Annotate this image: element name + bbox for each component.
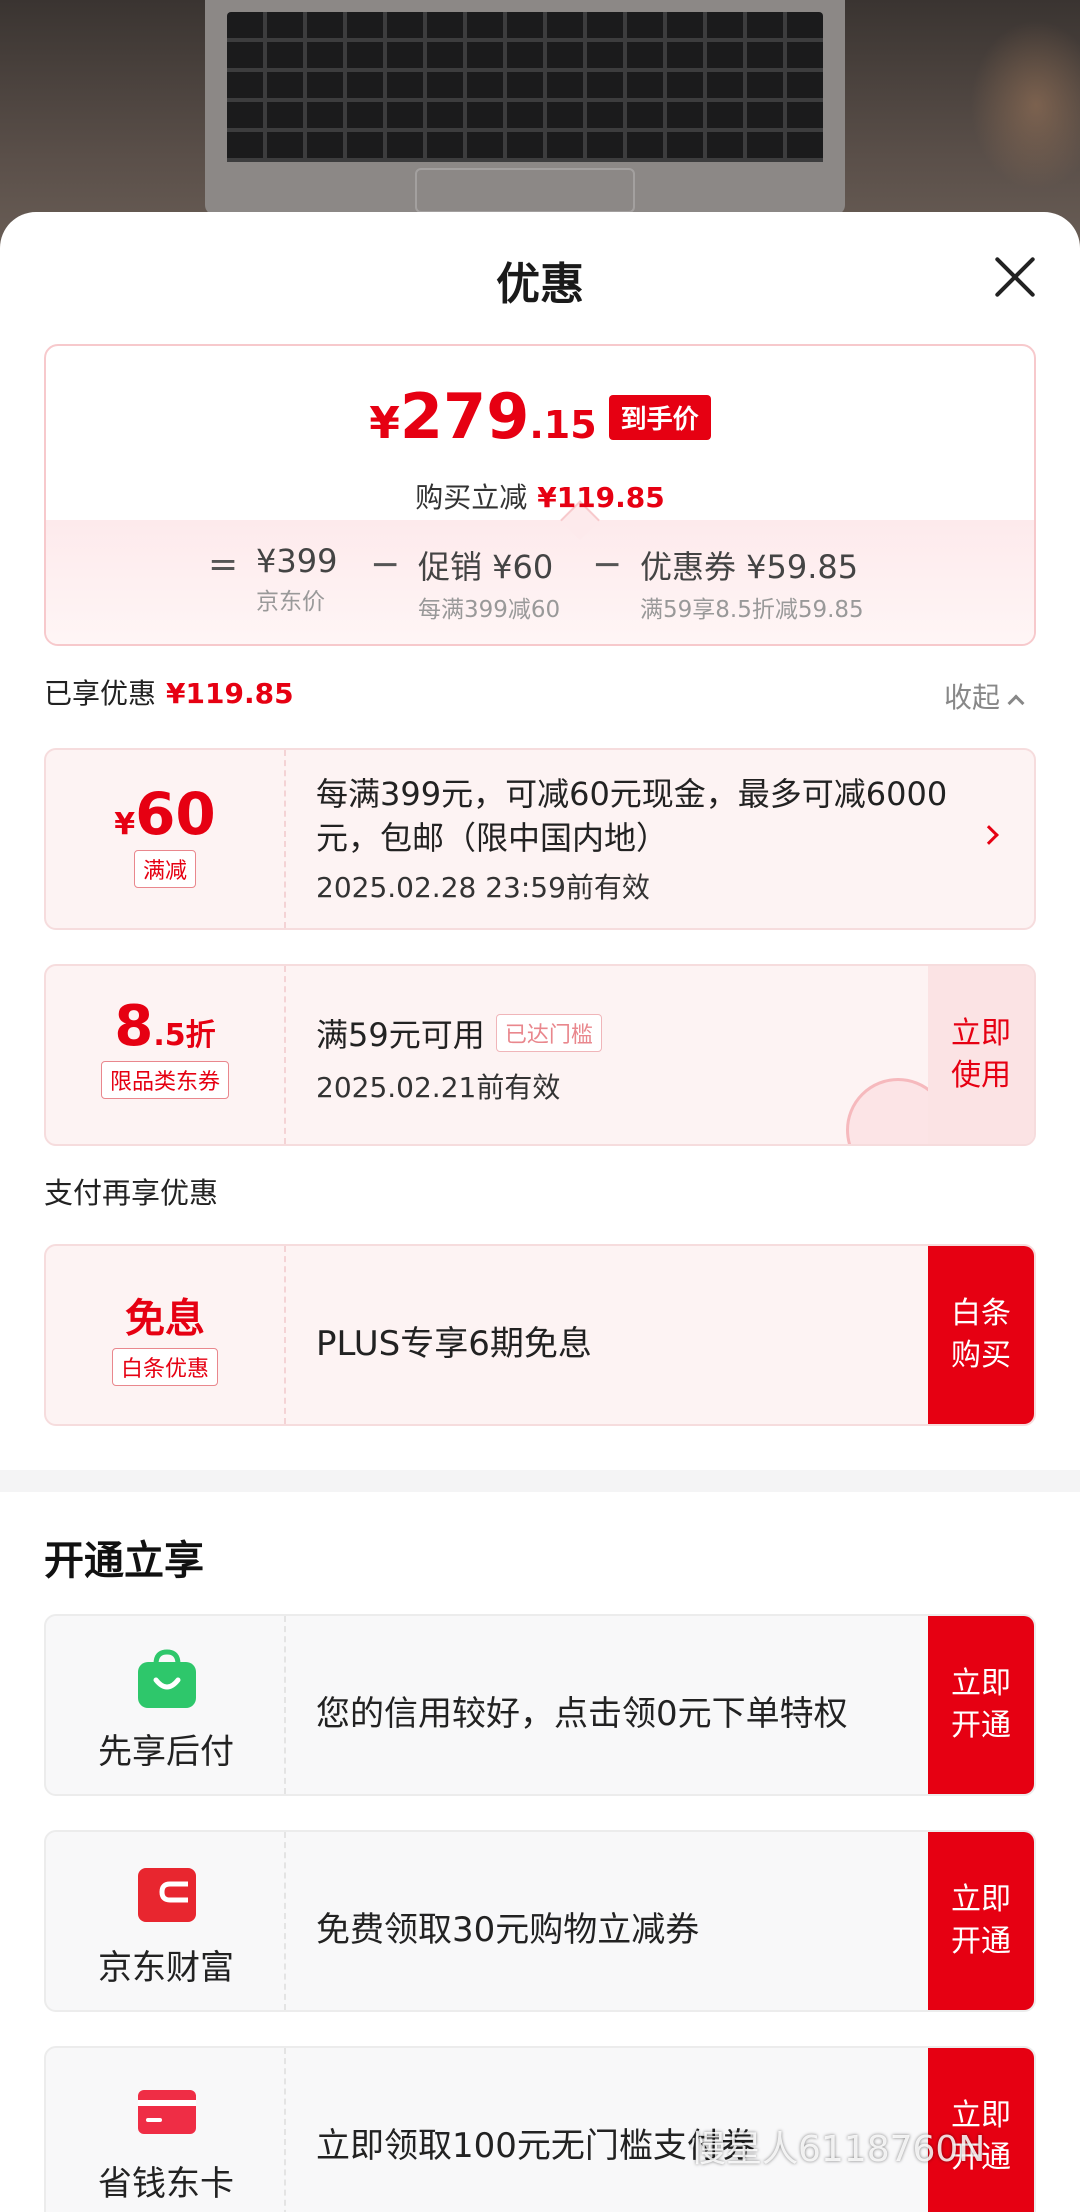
final-price-tag: 到手价 [608,395,711,440]
promo-card-full-reduction[interactable]: ¥60 满减 每满399元，可减60元现金，最多可减6000元，包邮（限中国内地… [44,748,1036,930]
use-now-button[interactable]: 立即使用 [928,966,1034,1144]
open-now-button[interactable]: 立即开通 [928,1616,1034,1794]
open-item-desc: 您的信用较好，点击领0元下单特权 [316,1694,848,1734]
open-item-left: 先享后付 [46,1616,286,1794]
open-now-label: 立即开通 [951,1882,1011,1959]
final-price-yen: ¥ [369,398,400,449]
pay-left: 免息 白条优惠 [46,1246,286,1424]
formula-sub: 每满399减60 [418,597,561,623]
final-price-decimal: .15 [529,403,597,447]
promo-amount: ¥60 [46,780,284,848]
promo-amount: 8.5折 [46,994,284,1059]
collapse-button[interactable]: 收起 [944,676,1025,716]
promo-left: ¥60 满减 [46,750,286,928]
pay-badge: 白条优惠 [111,1348,218,1386]
promo-badge: 限品类东券 [100,1061,229,1099]
formula-item-jd-price: ¥399 京东价 [256,542,337,616]
formula-value: 促销 ¥60 [418,548,554,586]
keyboard [227,12,823,162]
discount-sheet: 优惠 ¥279.15 到手价 购买立减 ¥119.85 = ¥399 京东价 − 促… [0,212,1080,2212]
threshold-tag: 已达门槛 [495,1014,602,1052]
promo-info: 满59元可用 已达门槛 2025.02.21前有效 [316,966,924,1144]
pay-section-title: 支付再享优惠 [44,1176,219,1210]
promo-valid: 2025.02.28 23:59前有效 [316,871,650,904]
trackpad [415,168,635,213]
open-item-label: 先享后付 [98,1732,234,1772]
reduce-value: ¥119.85 [537,481,665,514]
formula-value: ¥399 [256,542,338,580]
sheet-title: 优惠 [496,259,584,310]
laptop-image [205,0,845,215]
promo-info: 每满399元，可减60元现金，最多可减6000元，包邮（限中国内地） 2025.… [316,750,947,928]
promo-badge: 满减 [133,850,196,888]
minus-sign: − [370,544,401,585]
formula-value: 优惠券 ¥59.85 [640,548,859,586]
green-bag-icon [138,1649,196,1708]
enjoyed-label: 已享优惠 [44,677,157,710]
minus-sign: − [592,544,623,585]
promo-amount-value: 8 [114,994,154,1059]
promo-left: 8.5折 限品类东券 [46,966,286,1144]
formula-item-coupon: 优惠券 ¥59.85 满59享8.5折减59.85 [640,542,864,624]
pay-title: 免息 [125,1296,205,1342]
enjoyed-value: ¥119.85 [166,677,294,710]
chevron-up-icon [1007,694,1025,712]
open-section-title: 开通立享 [44,1538,204,1584]
promo-amount-value: 60 [135,780,216,848]
formula-sub: 满59享8.5折减59.85 [640,597,864,623]
promo-valid: 2025.02.21前有效 [316,1071,561,1104]
baitiao-buy-button[interactable]: 白条购买 [928,1246,1034,1424]
equals-sign: = [208,544,239,585]
baitiao-buy-label: 白条购买 [951,1296,1011,1373]
final-price-integer: 279 [399,380,530,453]
final-price: ¥279.15 到手价 [46,380,1034,453]
open-item-desc: 免费领取30元购物立减券 [316,1910,700,1950]
pay-info: PLUS专享6期免息 [316,1246,924,1424]
collapse-label: 收起 [944,681,1001,714]
red-card-icon [138,2090,196,2134]
open-item-left: 省钱东卡 [46,2048,286,2212]
pay-desc: PLUS专享6期免息 [316,1324,592,1364]
open-now-label: 立即开通 [951,1666,1011,1743]
purchase-reduce: 购买立减 ¥119.85 [46,476,1034,516]
plant-image [970,20,1080,190]
open-item-jd-wealth: 京东财富 免费领取30元购物立减券 立即开通 [44,1830,1036,2012]
promo-yen: ¥ [114,807,136,842]
formula-sub: 京东价 [256,589,325,615]
section-divider [0,1470,1080,1492]
use-now-label: 立即使用 [951,1016,1011,1093]
promo-condition: 满59元可用 已达门槛 [316,1010,924,1056]
promo-desc: 满59元可用 [316,1016,485,1054]
promo-desc: 每满399元，可减60元现金，最多可减6000元，包邮（限中国内地） [316,775,948,857]
open-item-pay-later: 先享后付 您的信用较好，点击领0元下单特权 立即开通 [44,1614,1036,1796]
price-summary: ¥279.15 到手价 购买立减 ¥119.85 = ¥399 京东价 − 促销 ¥… [44,344,1036,646]
close-icon[interactable] [992,254,1038,300]
enjoyed-discount: 已享优惠 ¥119.85 [44,672,294,712]
promo-card-coupon: 8.5折 限品类东券 满59元可用 已达门槛 2025.02.21前有效 立即使… [44,964,1036,1146]
reduce-label: 购买立减 [415,481,528,514]
formula-item-promo: 促销 ¥60 每满399减60 [418,542,560,624]
open-item-left: 京东财富 [46,1832,286,2010]
open-item-label: 京东财富 [98,1948,234,1988]
pay-card-interest-free: 免息 白条优惠 PLUS专享6期免息 白条购买 [44,1244,1036,1426]
price-formula: = ¥399 京东价 − 促销 ¥60 每满399减60 − 优惠券 ¥59.8… [46,542,1034,632]
open-now-button[interactable]: 立即开通 [928,1832,1034,2010]
chevron-right-icon [979,825,999,845]
promo-amount-small: .5折 [153,1018,216,1053]
watermark: 慢星人6118760N [690,2129,986,2170]
red-wallet-icon [138,1868,196,1922]
open-item-label: 省钱东卡 [98,2164,234,2204]
